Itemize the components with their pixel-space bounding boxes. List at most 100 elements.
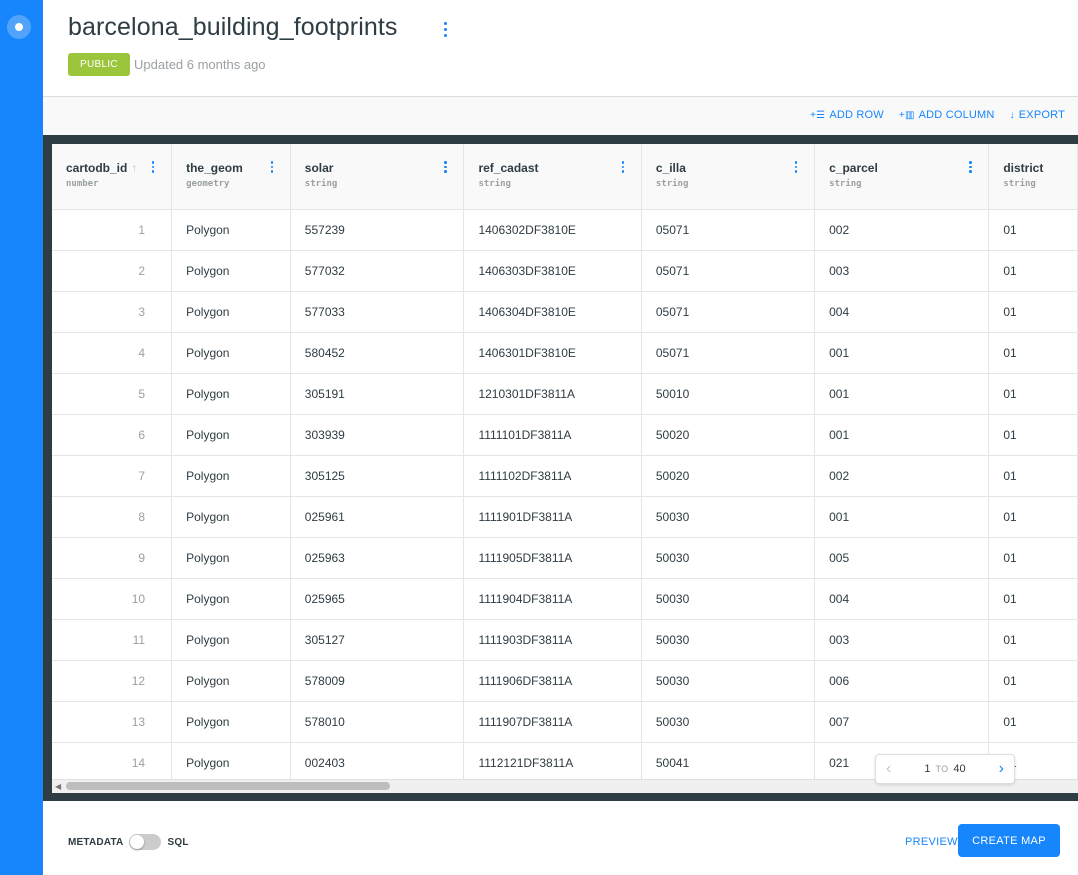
table-cell[interactable]: 025963 — [290, 537, 465, 579]
table-cell[interactable]: 2 — [52, 250, 173, 292]
table-row[interactable]: 6 Polygon 303939 1111101DF3811A 50020 001 01 — [52, 414, 1078, 456]
chevron-left-icon[interactable]: ‹ — [886, 760, 891, 778]
table-cell[interactable]: 1406303DF3810E — [463, 250, 642, 292]
table-cell[interactable]: Polygon — [171, 455, 291, 497]
privacy-badge[interactable]: PUBLIC — [68, 53, 130, 76]
table-cell[interactable]: 3 — [52, 291, 173, 333]
export-button[interactable]: ↓ EXPORT — [1010, 109, 1065, 121]
table-cell[interactable]: Polygon — [171, 619, 291, 661]
column-header-4[interactable]: c_illa string — [641, 144, 816, 210]
table-cell[interactable]: 580452 — [290, 332, 465, 374]
table-cell[interactable]: Polygon — [171, 250, 291, 292]
table-cell[interactable]: 001 — [814, 373, 990, 415]
table-cell[interactable]: 01 — [988, 660, 1078, 702]
table-cell[interactable]: 578009 — [290, 660, 465, 702]
table-cell[interactable]: 50030 — [641, 701, 816, 743]
table-cell[interactable]: 01 — [988, 496, 1078, 538]
table-cell[interactable]: 01 — [988, 578, 1078, 620]
table-cell[interactable]: 01 — [988, 537, 1078, 579]
more-options-icon[interactable] — [439, 18, 451, 40]
table-cell[interactable]: Polygon — [171, 742, 291, 784]
dataset-title[interactable]: barcelona_building_footprints — [68, 13, 398, 42]
table-cell[interactable]: 50030 — [641, 660, 816, 702]
table-row[interactable]: 10 Polygon 025965 1111904DF3811A 50030 004 01 — [52, 578, 1078, 620]
table-cell[interactable]: 5 — [52, 373, 173, 415]
table-cell[interactable]: 005 — [814, 537, 990, 579]
table-cell[interactable]: 578010 — [290, 701, 465, 743]
table-row[interactable]: 1 Polygon 557239 1406302DF3810E 05071 002 01 — [52, 209, 1078, 251]
table-cell[interactable]: 003 — [814, 250, 990, 292]
table-viewport[interactable]: cartodb_id ↑ number the_geom geometry solar st… — [52, 144, 1078, 793]
table-cell[interactable]: Polygon — [171, 373, 291, 415]
table-cell[interactable]: 007 — [814, 701, 990, 743]
table-cell[interactable]: 01 — [988, 291, 1078, 333]
table-cell[interactable]: 1210301DF3811A — [463, 373, 642, 415]
table-cell[interactable]: 1111905DF3811A — [463, 537, 642, 579]
table-cell[interactable]: 50030 — [641, 537, 816, 579]
column-header-0[interactable]: cartodb_id ↑ number — [52, 144, 173, 210]
table-row[interactable]: 13 Polygon 578010 1111907DF3811A 50030 007 01 — [52, 701, 1078, 743]
table-cell[interactable]: 50030 — [641, 619, 816, 661]
table-row[interactable]: 4 Polygon 580452 1406301DF3810E 05071 001 01 — [52, 332, 1078, 374]
table-cell[interactable]: 004 — [814, 291, 990, 333]
table-cell[interactable]: 13 — [52, 701, 173, 743]
table-cell[interactable]: 9 — [52, 537, 173, 579]
table-cell[interactable]: Polygon — [171, 578, 291, 620]
table-row[interactable]: 7 Polygon 305125 1111102DF3811A 50020 002 01 — [52, 455, 1078, 497]
table-row[interactable]: 2 Polygon 577032 1406303DF3810E 05071 003 01 — [52, 250, 1078, 292]
table-cell[interactable]: Polygon — [171, 332, 291, 374]
table-cell[interactable]: 001 — [814, 332, 990, 374]
table-cell[interactable]: 1406302DF3810E — [463, 209, 642, 251]
table-cell[interactable]: 557239 — [290, 209, 465, 251]
table-cell[interactable]: Polygon — [171, 537, 291, 579]
table-row[interactable]: 3 Polygon 577033 1406304DF3810E 05071 004 01 — [52, 291, 1078, 333]
table-cell[interactable]: 305191 — [290, 373, 465, 415]
table-cell[interactable]: 01 — [988, 414, 1078, 456]
table-cell[interactable]: 002 — [814, 209, 990, 251]
table-cell[interactable]: 1111907DF3811A — [463, 701, 642, 743]
table-cell[interactable]: 7 — [52, 455, 173, 497]
table-row[interactable]: 8 Polygon 025961 1111901DF3811A 50030 001 01 — [52, 496, 1078, 538]
table-cell[interactable]: 1112121DF3811A — [463, 742, 642, 784]
table-cell[interactable]: 01 — [988, 701, 1078, 743]
column-header-6[interactable]: district string — [988, 144, 1078, 210]
table-cell[interactable]: 025965 — [290, 578, 465, 620]
table-cell[interactable]: 8 — [52, 496, 173, 538]
table-row[interactable]: 5 Polygon 305191 1210301DF3811A 50010 001 01 — [52, 373, 1078, 415]
table-cell[interactable]: 1111901DF3811A — [463, 496, 642, 538]
table-cell[interactable]: 4 — [52, 332, 173, 374]
table-cell[interactable]: 05071 — [641, 209, 816, 251]
table-row[interactable]: 12 Polygon 578009 1111906DF3811A 50030 006 01 — [52, 660, 1078, 702]
table-cell[interactable]: 1406304DF3810E — [463, 291, 642, 333]
column-header-1[interactable]: the_geom geometry — [171, 144, 291, 210]
table-cell[interactable]: 01 — [988, 250, 1078, 292]
scrollbar-thumb[interactable] — [66, 782, 390, 790]
table-cell[interactable]: 05071 — [641, 332, 816, 374]
table-cell[interactable]: 14 — [52, 742, 173, 784]
table-cell[interactable]: 577032 — [290, 250, 465, 292]
column-menu-icon[interactable] — [966, 160, 974, 174]
table-cell[interactable]: 577033 — [290, 291, 465, 333]
table-row[interactable]: 9 Polygon 025963 1111905DF3811A 50030 005 01 — [52, 537, 1078, 579]
table-cell[interactable]: Polygon — [171, 291, 291, 333]
table-cell[interactable]: 002403 — [290, 742, 465, 784]
table-cell[interactable]: 1111101DF3811A — [463, 414, 642, 456]
table-cell[interactable]: 12 — [52, 660, 173, 702]
table-cell[interactable]: 50030 — [641, 496, 816, 538]
add-row-button[interactable]: +☰ ADD ROW — [810, 109, 884, 121]
table-cell[interactable]: Polygon — [171, 701, 291, 743]
table-cell[interactable]: Polygon — [171, 209, 291, 251]
table-cell[interactable]: 001 — [814, 414, 990, 456]
table-cell[interactable]: 01 — [988, 455, 1078, 497]
table-cell[interactable]: 01 — [988, 619, 1078, 661]
table-cell[interactable]: 01 — [988, 209, 1078, 251]
table-cell[interactable]: 01 — [988, 373, 1078, 415]
table-cell[interactable]: 6 — [52, 414, 173, 456]
table-cell[interactable]: 1111906DF3811A — [463, 660, 642, 702]
column-header-2[interactable]: solar string — [290, 144, 465, 210]
table-cell[interactable]: 305127 — [290, 619, 465, 661]
table-cell[interactable]: 1111904DF3811A — [463, 578, 642, 620]
table-cell[interactable]: 01 — [988, 332, 1078, 374]
table-cell[interactable]: 05071 — [641, 250, 816, 292]
create-map-button[interactable]: CREATE MAP — [958, 824, 1060, 857]
